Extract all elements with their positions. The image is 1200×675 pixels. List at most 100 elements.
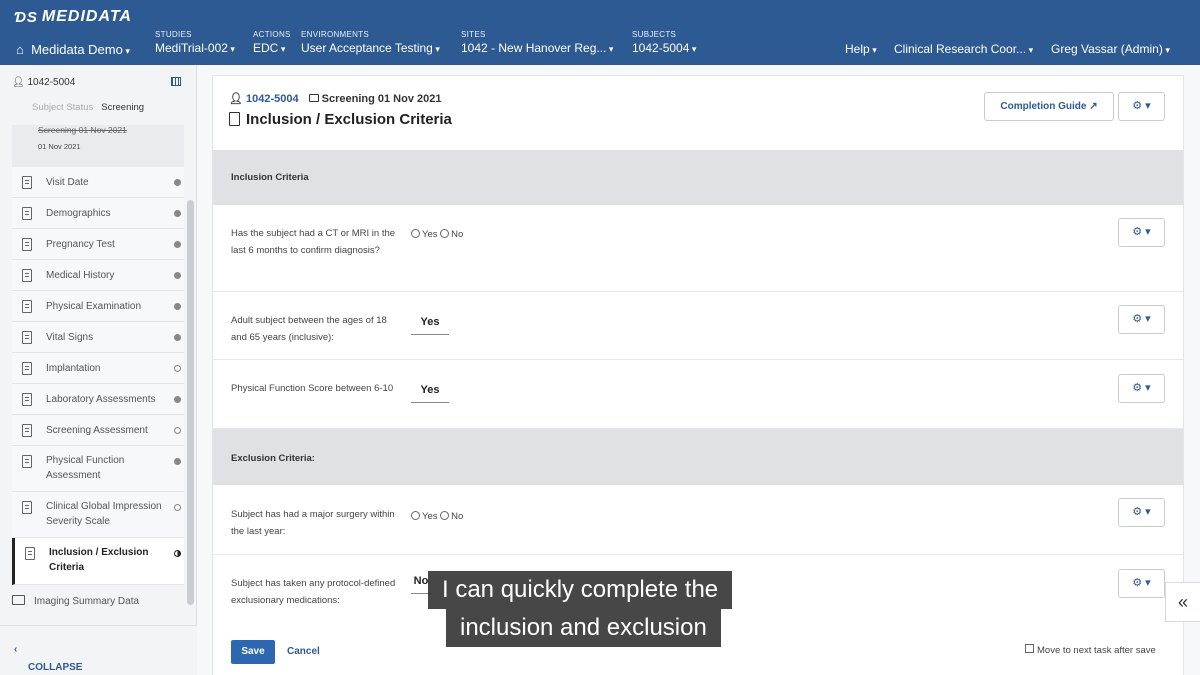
studies-menu[interactable]: STUDIES MediTrial-002 [155,30,235,55]
sidebar-form-item[interactable]: Clinical Global Impression Severity Scal… [12,492,184,538]
sidebar-form-label: Laboratory Assessments [46,394,156,405]
form-document-icon [22,424,32,437]
form-document-icon [22,300,32,313]
sidebar-form-item[interactable]: Medical History [12,260,184,291]
sidebar-form-label: Physical Function Assessment [46,455,125,481]
sidebar-scrollbar[interactable] [187,200,194,605]
move-next-checkbox[interactable]: Move to next task after save [1025,644,1156,656]
studies-value: MediTrial-002 [155,41,235,55]
question-row: Physical Function Score between 6-10 Yes… [213,360,1183,429]
role-menu[interactable]: Clinical Research Coor... [894,42,1033,56]
question-gear-button[interactable]: ⚙ ▾ [1118,305,1165,334]
caption-line-1: I can quickly complete the [428,571,733,609]
question-text: Subject has had a major surgery within t… [231,509,395,537]
subjects-value: 1042-5004 [632,41,696,55]
radio-group[interactable]: Yes No [411,229,463,240]
sidebar-form-label: Clinical Global Impression Severity Scal… [46,501,162,527]
grid-view-icon[interactable] [171,77,181,86]
cancel-button[interactable]: Cancel [287,646,320,657]
form-status-icon [174,458,181,465]
form-status-icon [174,504,181,511]
sidebar-form-item[interactable]: Inclusion / Exclusion Criteria [12,538,184,585]
question-gear-button[interactable]: ⚙ ▾ [1118,498,1165,527]
form-status-icon [174,303,181,310]
folder-icon [308,94,319,102]
form-document-icon [22,238,32,251]
subject-status: Subject Status Screening [32,102,145,113]
question-gear-button[interactable]: ⚙ ▾ [1118,374,1165,403]
save-button[interactable]: Save [231,640,275,664]
expand-panel-button[interactable]: « [1165,582,1200,622]
radio-yes[interactable] [411,511,420,520]
form-document-icon [22,269,32,282]
radio-yes[interactable] [411,229,420,238]
sidebar-form-item[interactable]: Physical Function Assessment [12,446,184,492]
question-text: Subject has taken any protocol-defined e… [231,578,396,606]
question-text: Has the subject had a CT or MRI in the l… [231,228,396,256]
folder-date: 01 Nov 2021 [38,142,81,151]
checkbox[interactable] [1025,644,1034,653]
sidebar-form-label: Implantation [46,363,101,374]
collapse-button[interactable]: ‹ COLLAPSE [0,625,197,675]
sidebar-form-item[interactable]: Physical Examination [12,291,184,322]
radio-no[interactable] [440,511,450,520]
environments-menu[interactable]: ENVIRONMENTS User Acceptance Testing [301,30,440,55]
form-status-icon [174,272,181,279]
sidebar-form-label: Visit Date [46,177,89,188]
sidebar-form-label: Inclusion / Exclusion Criteria [49,547,149,573]
question-row: Has the subject had a CT or MRI in the l… [213,205,1183,292]
radio-group[interactable]: Yes No [411,511,463,522]
question-row: Subject has had a major surgery within t… [213,485,1183,555]
question-row: Adult subject between the ages of 18 and… [213,292,1183,360]
question-gear-button[interactable]: ⚙ ▾ [1118,218,1165,247]
question-gear-button[interactable]: ⚙ ▾ [1118,569,1165,598]
sidebar-subject[interactable]: 👤︎ 1042-5004 [12,77,75,88]
sites-value: 1042 - New Hanover Reg... [461,41,613,55]
home-menu[interactable]: ⌂ Medidata Demo [16,42,130,57]
form-status-icon [174,396,181,403]
sidebar-form-label: Screening Assessment [46,425,148,436]
breadcrumb-folder: Screening 01 Nov 2021 [321,93,442,105]
sidebar-form-label: Vital Signs [46,332,94,343]
form-document-icon [22,331,32,344]
subjects-caption: SUBJECTS [632,30,677,39]
sidebar: 👤︎ 1042-5004 Subject Status Screening Scr… [0,65,197,675]
question-text: Physical Function Score between 6-10 [231,383,394,394]
form-status-icon [174,427,181,434]
sites-menu[interactable]: SITES 1042 - New Hanover Reg... [461,30,613,55]
environments-value: User Acceptance Testing [301,41,440,55]
completion-guide-button[interactable]: Completion Guide ↗ [984,92,1114,121]
radio-no[interactable] [440,229,450,238]
sites-caption: SITES [461,30,486,39]
form-status-icon [174,241,181,248]
question-text: Adult subject between the ages of 18 and… [231,315,387,343]
sidebar-form-label: Physical Examination [46,301,142,312]
sidebar-folder-screening[interactable]: Screening 01 Nov 2021 01 Nov 2021 [12,125,184,167]
document-icon [229,112,240,126]
sidebar-form-item[interactable]: Screening Assessment [12,415,184,446]
subjects-menu[interactable]: SUBJECTS 1042-5004 [632,30,696,55]
caption-line-2: inclusion and exclusion [446,609,721,647]
form-status-icon [174,179,181,186]
section-inclusion: Inclusion Criteria [213,150,1183,205]
medidata-logo: ƊS MEDIDATA [14,8,132,26]
actions-menu[interactable]: ACTIONS EDC [253,30,291,55]
sidebar-form-item[interactable]: Vital Signs [12,322,184,353]
sidebar-form-item[interactable]: Pregnancy Test [12,229,184,260]
sidebar-form-item[interactable]: Implantation [12,353,184,384]
form-document-icon [22,207,32,220]
actions-value: EDC [253,41,291,55]
sidebar-folder-imaging[interactable]: Imaging Summary Data [12,595,139,607]
breadcrumb-subject-link[interactable]: 1042-5004 [246,93,299,105]
form-status-icon [174,550,181,557]
sidebar-form-item[interactable]: Demographics [12,198,184,229]
sidebar-form-item[interactable]: Laboratory Assessments [12,384,184,415]
answer-value[interactable]: Yes [411,316,449,335]
answer-value[interactable]: Yes [411,384,449,403]
user-menu[interactable]: Greg Vassar (Admin) [1051,42,1170,56]
form-gear-button[interactable]: ⚙ ▾ [1118,92,1165,121]
help-menu[interactable]: Help [845,42,877,56]
sidebar-form-label: Medical History [46,270,115,281]
form-document-icon [22,501,32,514]
sidebar-form-item[interactable]: Visit Date [12,167,184,198]
